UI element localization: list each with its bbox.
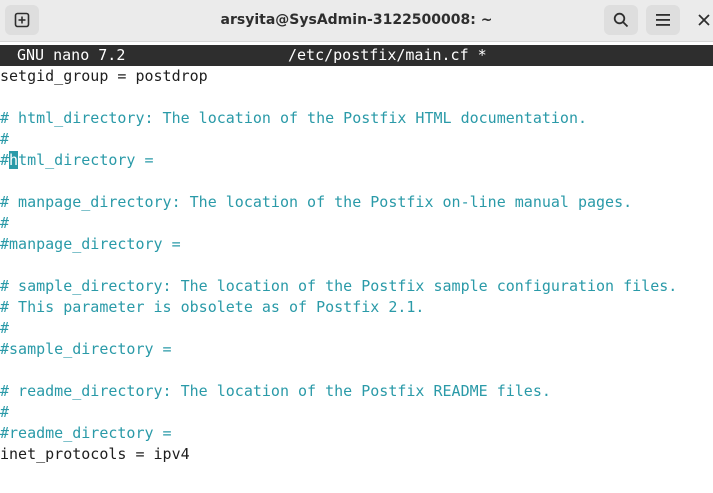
- editor-line: #: [0, 319, 10, 337]
- editor-line-blank: [0, 171, 713, 192]
- line-text-before-cursor: #: [0, 151, 10, 169]
- editor-line: # manpage_directory: The location of the…: [0, 193, 633, 211]
- window-titlebar: arsyita@SysAdmin-3122500008: ~: [0, 0, 713, 42]
- new-tab-icon: [14, 12, 30, 28]
- editor-buffer[interactable]: setgid_group = postdrop # html_directory…: [0, 66, 713, 465]
- line-text-after-cursor: tml_directory =: [18, 151, 154, 169]
- hamburger-menu-icon: [655, 13, 671, 27]
- nano-header-bar: GNU nano 7.2 /etc/postfix/main.cf *: [0, 45, 713, 66]
- editor-line: # readme_directory: The location of the …: [0, 382, 551, 400]
- menu-button[interactable]: [646, 5, 680, 35]
- search-button[interactable]: [604, 5, 638, 35]
- nano-filename: /etc/postfix/main.cf *: [288, 46, 487, 64]
- editor-line-current: #html_directory =: [0, 150, 713, 171]
- nano-version: GNU nano 7.2: [17, 46, 126, 64]
- text-cursor: h: [9, 151, 19, 169]
- close-button[interactable]: [698, 5, 713, 35]
- search-icon: [613, 12, 629, 28]
- terminal-area[interactable]: GNU nano 7.2 /etc/postfix/main.cf * setg…: [0, 42, 713, 493]
- editor-line-blank: [0, 87, 713, 108]
- editor-line: #: [0, 403, 10, 421]
- editor-line: setgid_group = postdrop: [0, 67, 208, 85]
- editor-line: #sample_directory =: [0, 340, 172, 358]
- editor-line: #manpage_directory =: [0, 235, 181, 253]
- editor-line: # sample_directory: The location of the …: [0, 277, 678, 295]
- editor-line-blank: [0, 360, 713, 381]
- editor-line: #: [0, 214, 10, 232]
- editor-line-blank: [0, 255, 713, 276]
- editor-line: inet_protocols = ipv4: [0, 445, 190, 463]
- editor-line: # html_directory: The location of the Po…: [0, 109, 587, 127]
- close-icon: [698, 11, 710, 30]
- new-tab-button[interactable]: [5, 5, 39, 35]
- editor-line: #: [0, 130, 10, 148]
- editor-line: #readme_directory =: [0, 424, 172, 442]
- editor-line: # This parameter is obsolete as of Postf…: [0, 298, 425, 316]
